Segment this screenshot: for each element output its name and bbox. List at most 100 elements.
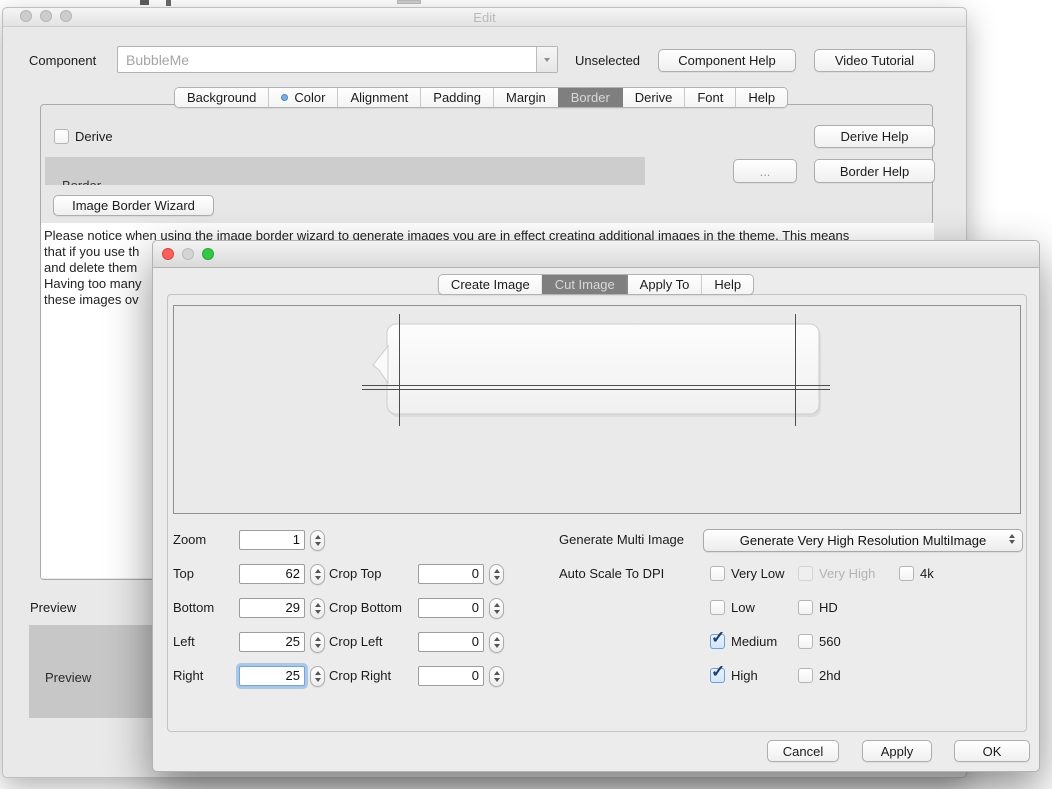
checkbox-icon[interactable] xyxy=(54,129,69,144)
stepper-up-icon[interactable] xyxy=(315,535,321,539)
bottom-row: Bottom 29 Crop Bottom 0 xyxy=(173,598,518,620)
stepper-down-icon[interactable] xyxy=(494,610,500,614)
checkbox-icon[interactable] xyxy=(899,566,914,581)
image-border-wizard-button[interactable]: Image Border Wizard xyxy=(53,195,214,216)
ok-button[interactable]: OK xyxy=(954,740,1030,762)
tab-background[interactable]: Background xyxy=(175,88,268,107)
video-tutorial-button[interactable]: Video Tutorial xyxy=(814,49,935,72)
checkbox-icon[interactable] xyxy=(798,600,813,615)
checkbox-medium[interactable]: ✓ Medium xyxy=(710,633,777,649)
tab-padding[interactable]: Padding xyxy=(420,88,493,107)
stepper-up-icon[interactable] xyxy=(315,637,321,641)
crop-right-field[interactable]: 0 xyxy=(418,666,484,686)
minimize-icon[interactable] xyxy=(182,248,194,260)
crop-top-field[interactable]: 0 xyxy=(418,564,484,584)
left-field[interactable]: 25 xyxy=(239,632,305,652)
checkbox-2hd[interactable]: 2hd xyxy=(798,667,841,683)
tab-create-image[interactable]: Create Image xyxy=(439,275,542,294)
tab-help[interactable]: Help xyxy=(735,88,787,107)
left-stepper[interactable] xyxy=(310,632,325,653)
apply-button[interactable]: Apply xyxy=(862,740,932,762)
stepper-down-icon[interactable] xyxy=(494,678,500,682)
tab-color[interactable]: Color xyxy=(268,88,337,107)
tab-alignment[interactable]: Alignment xyxy=(337,88,420,107)
checkbox-icon xyxy=(798,566,813,581)
border-type-field[interactable]: Border xyxy=(45,157,645,185)
checkbox-checked-icon[interactable]: ✓ xyxy=(710,668,725,683)
stepper-up-icon[interactable] xyxy=(494,603,500,607)
checkbox-4k[interactable]: 4k xyxy=(899,565,934,581)
tab-derive[interactable]: Derive xyxy=(622,88,685,107)
auto-scale-dpi-label: Auto Scale To DPI xyxy=(559,566,664,581)
stepper-up-icon[interactable] xyxy=(494,569,500,573)
top-row: Top 62 Crop Top 0 xyxy=(173,564,518,586)
top-label: Top xyxy=(173,566,194,581)
top-field[interactable]: 62 xyxy=(239,564,305,584)
stepper-up-icon[interactable] xyxy=(315,671,321,675)
bottom-field[interactable]: 29 xyxy=(239,598,305,618)
checkbox-icon[interactable] xyxy=(798,668,813,683)
bubble-shape xyxy=(387,324,819,414)
border-type-clipped-text: Border xyxy=(62,178,101,185)
tab-apply-to[interactable]: Apply To xyxy=(627,275,702,294)
checkbox-low[interactable]: Low xyxy=(710,599,755,615)
stepper-down-icon[interactable] xyxy=(315,644,321,648)
stepper-down-icon[interactable] xyxy=(494,576,500,580)
crop-bottom-stepper[interactable] xyxy=(489,598,504,619)
stepper-down-icon[interactable] xyxy=(315,542,321,546)
component-help-button[interactable]: Component Help xyxy=(658,49,796,72)
checkbox-560[interactable]: 560 xyxy=(798,633,841,649)
generate-multi-image-label: Generate Multi Image xyxy=(559,532,684,547)
zoom-icon[interactable] xyxy=(202,248,214,260)
crop-bottom-label: Crop Bottom xyxy=(329,600,402,615)
close-icon[interactable] xyxy=(162,248,174,260)
browse-ellipsis-button[interactable]: ... xyxy=(733,159,797,183)
stepper-up-icon[interactable] xyxy=(315,569,321,573)
updown-arrows-icon xyxy=(1009,534,1015,544)
combobox-dropdown-button[interactable] xyxy=(536,47,557,72)
bottom-stepper[interactable] xyxy=(310,598,325,619)
checkbox-icon[interactable] xyxy=(710,566,725,581)
top-stepper[interactable] xyxy=(310,564,325,585)
derive-help-button[interactable]: Derive Help xyxy=(814,125,935,148)
stepper-up-icon[interactable] xyxy=(494,637,500,641)
preview-box: Preview xyxy=(29,625,155,718)
component-combobox[interactable]: BubbleMe xyxy=(117,46,558,73)
checkbox-high[interactable]: ✓ High xyxy=(710,667,758,683)
tab-border[interactable]: Border xyxy=(558,88,622,107)
dialog-titlebar xyxy=(153,241,1039,268)
tab-margin[interactable]: Margin xyxy=(493,88,558,107)
right-field[interactable]: 25 xyxy=(239,666,305,686)
checkbox-very-low[interactable]: Very Low xyxy=(710,565,784,581)
tab-cut-image[interactable]: Cut Image xyxy=(542,275,627,294)
crop-right-stepper[interactable] xyxy=(489,666,504,687)
window-title: Edit xyxy=(3,10,966,25)
crop-left-field[interactable]: 0 xyxy=(418,632,484,652)
checkbox-icon[interactable] xyxy=(710,600,725,615)
stepper-down-icon[interactable] xyxy=(315,678,321,682)
stepper-up-icon[interactable] xyxy=(315,603,321,607)
tab-help[interactable]: Help xyxy=(701,275,753,294)
cancel-button[interactable]: Cancel xyxy=(767,740,839,762)
bubble-tail xyxy=(373,346,388,383)
background-window-fragment xyxy=(397,0,421,4)
crop-bottom-field[interactable]: 0 xyxy=(418,598,484,618)
zoom-field[interactable]: 1 xyxy=(239,530,305,550)
checkbox-checked-icon[interactable]: ✓ xyxy=(710,634,725,649)
crop-left-stepper[interactable] xyxy=(489,632,504,653)
checkbox-hd[interactable]: HD xyxy=(798,599,838,615)
right-stepper[interactable] xyxy=(310,666,325,687)
stepper-down-icon[interactable] xyxy=(494,644,500,648)
derive-checkbox[interactable]: Derive xyxy=(54,128,113,144)
stepper-up-icon[interactable] xyxy=(494,671,500,675)
stepper-down-icon[interactable] xyxy=(315,576,321,580)
crop-top-stepper[interactable] xyxy=(489,564,504,585)
edit-window-titlebar: Edit xyxy=(3,8,966,27)
preview-label: Preview xyxy=(30,600,76,615)
border-help-button[interactable]: Border Help xyxy=(814,159,935,183)
tab-font[interactable]: Font xyxy=(684,88,735,107)
checkbox-icon[interactable] xyxy=(798,634,813,649)
zoom-stepper[interactable] xyxy=(310,530,325,551)
stepper-down-icon[interactable] xyxy=(315,610,321,614)
generate-multi-image-select[interactable]: Generate Very High Resolution MultiImage xyxy=(703,529,1023,552)
